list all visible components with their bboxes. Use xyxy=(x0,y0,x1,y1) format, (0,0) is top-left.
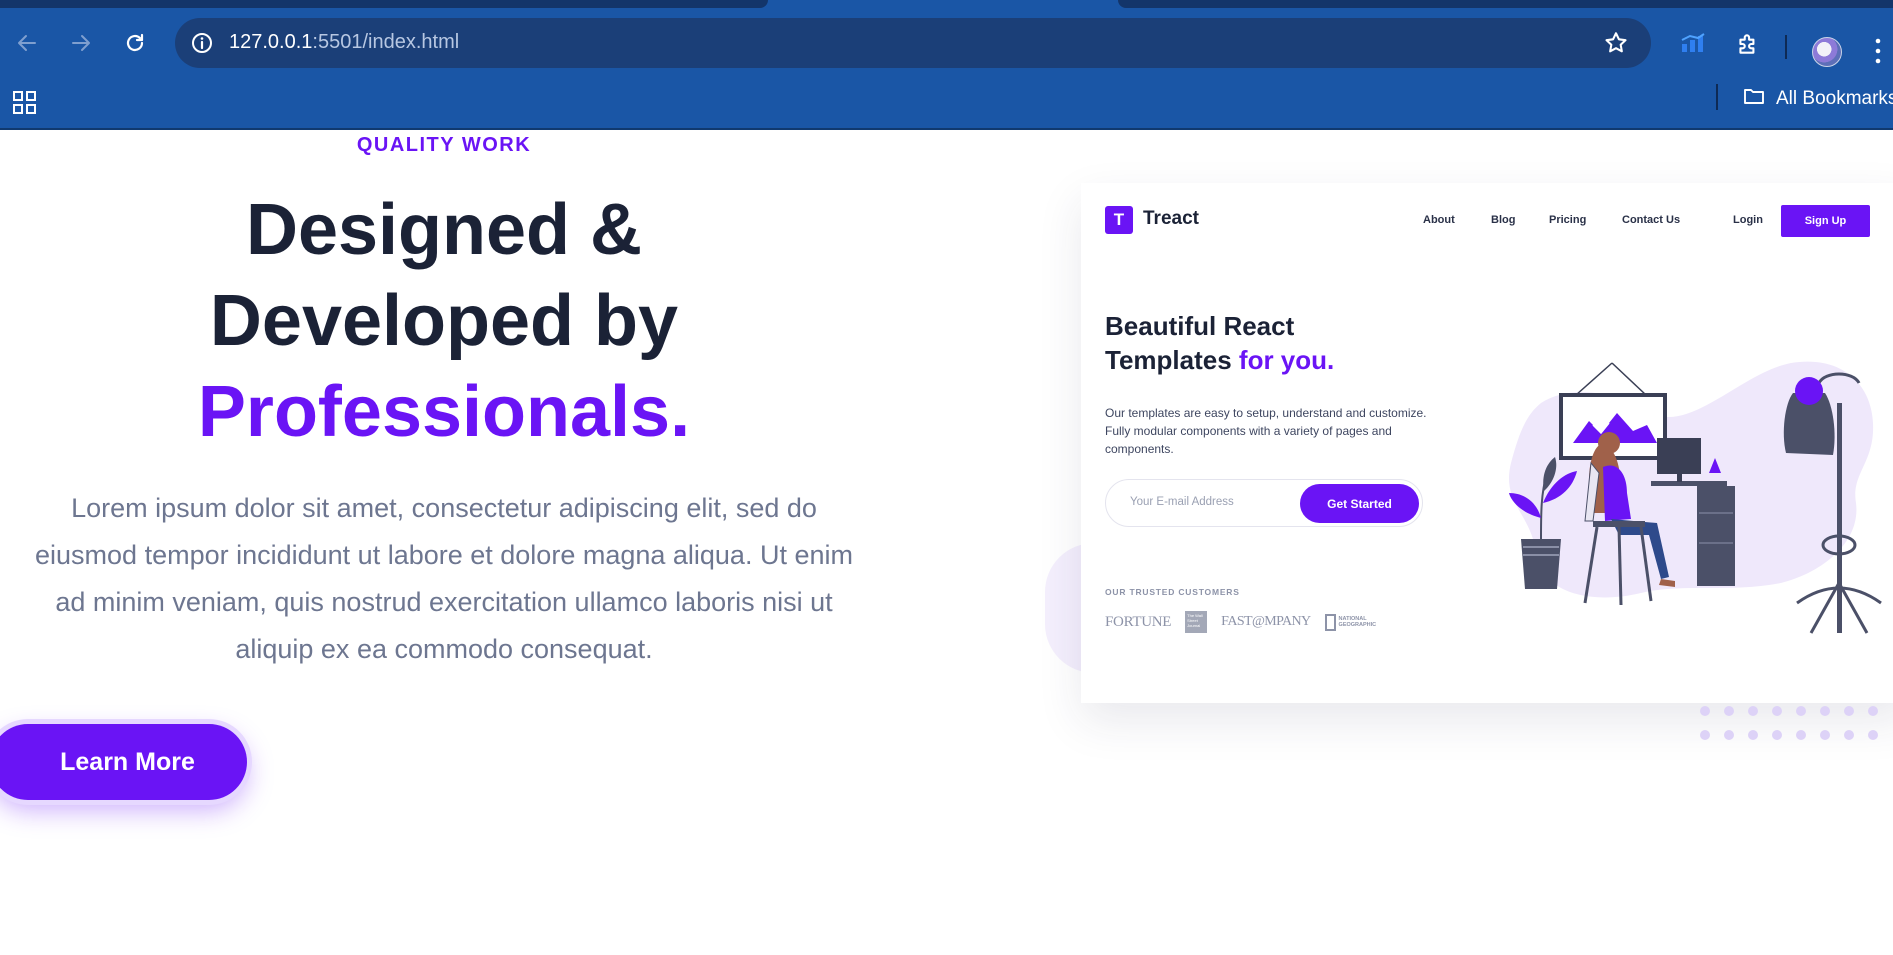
hero-eyebrow: QUALITY WORK xyxy=(356,134,532,156)
star-icon[interactable] xyxy=(1603,30,1629,56)
mockup-nav-pricing[interactable]: Pricing xyxy=(1549,214,1586,226)
workspace-illustration xyxy=(1508,361,1882,634)
decorative-dot-grid xyxy=(1700,706,1878,740)
reload-icon[interactable] xyxy=(120,28,150,58)
fastcompany-logo: FAST@MPANY xyxy=(1221,614,1311,629)
mockup-nav-about[interactable]: About xyxy=(1423,214,1455,226)
tab-right[interactable] xyxy=(1118,0,1893,8)
mockup-heading: Beautiful React Templates for you. xyxy=(1105,309,1425,377)
tab-strip xyxy=(0,0,1893,8)
hero-title-accent: Professionals. xyxy=(197,372,691,452)
fortune-logo: FORTUNE xyxy=(1105,613,1172,630)
wsj-logo: The Wall Street Journal xyxy=(1185,611,1208,633)
mockup-nav-contact[interactable]: Contact Us xyxy=(1622,214,1680,226)
bookmarks-separator xyxy=(1716,84,1718,110)
mockup-nav-blog[interactable]: Blog xyxy=(1491,214,1515,226)
customer-logos: FORTUNE The Wall Street Journal FAST@MPA… xyxy=(1105,610,1395,634)
natgeo-logo: NATIONAL GEOGRAPHIC xyxy=(1324,613,1395,631)
url-host: 127.0.0.1 xyxy=(229,31,313,53)
hero-title: Designed & Developed by Professionals. xyxy=(90,185,798,458)
mockup-email-form: Your E-mail Address Get Started xyxy=(1105,479,1423,527)
mockup-heading-accent: for you. xyxy=(1238,345,1335,375)
toolbar-separator xyxy=(1785,35,1787,59)
natgeo-frame-icon xyxy=(1324,613,1336,631)
page-content: QUALITY WORK Designed & Developed by Pro… xyxy=(0,131,1893,955)
mockup-login-link[interactable]: Login xyxy=(1733,214,1763,226)
profile-avatar[interactable] xyxy=(1812,37,1842,67)
apps-icon[interactable] xyxy=(12,90,38,116)
folder-icon xyxy=(1742,84,1766,114)
site-info-icon[interactable] xyxy=(189,30,215,56)
address-bar[interactable]: 127.0.0.1:5501/index.html xyxy=(175,18,1651,68)
learn-more-button[interactable]: Learn More xyxy=(0,724,247,800)
mockup-get-started-button[interactable]: Get Started xyxy=(1300,484,1419,523)
url-text[interactable]: 127.0.0.1:5501/index.html xyxy=(229,31,459,54)
all-bookmarks-button[interactable]: All Bookmarks xyxy=(1742,86,1893,112)
more-icon[interactable] xyxy=(1874,36,1882,66)
hero-title-line1: Designed & xyxy=(245,190,643,270)
template-preview-card: T Treact About Blog Pricing Contact Us L… xyxy=(1081,183,1893,703)
forward-icon[interactable] xyxy=(66,28,96,58)
mockup-trusted-label: OUR TRUSTED CUSTOMERS xyxy=(1105,587,1240,597)
extension-metrics-icon[interactable] xyxy=(1679,30,1707,58)
bookmarks-bar: All Bookmarks xyxy=(0,78,1893,130)
hero-title-line2: Developed by xyxy=(209,281,679,361)
mockup-email-input[interactable]: Your E-mail Address xyxy=(1130,496,1234,508)
mockup-description: Our templates are easy to setup, underst… xyxy=(1105,406,1427,456)
tab-left[interactable] xyxy=(0,0,768,8)
all-bookmarks-label: All Bookmarks xyxy=(1776,88,1893,109)
natgeo-wordmark: NATIONAL GEOGRAPHIC xyxy=(1338,616,1377,628)
hero-description: Lorem ipsum dolor sit amet, consectetur … xyxy=(35,493,853,664)
treact-logo-icon: T xyxy=(1105,206,1133,234)
mockup-brand: Treact xyxy=(1143,208,1199,229)
puzzle-icon[interactable] xyxy=(1734,30,1762,58)
browser-toolbar: 127.0.0.1:5501/index.html xyxy=(0,8,1893,78)
back-icon[interactable] xyxy=(12,28,42,58)
url-path: :5501/index.html xyxy=(312,31,460,53)
mockup-signup-button[interactable]: Sign Up xyxy=(1781,205,1870,237)
